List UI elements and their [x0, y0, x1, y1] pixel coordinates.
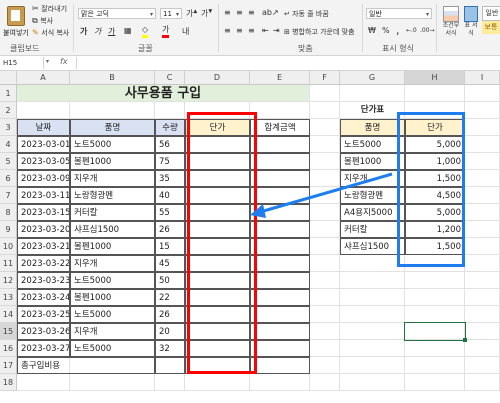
name-box[interactable]: H15: [0, 57, 44, 69]
indent-increase-icon[interactable]: ⇥: [273, 26, 280, 35]
merge-icon: ⊞: [284, 28, 290, 36]
brush-icon: ✎: [32, 28, 39, 37]
merge-center-button[interactable]: ⊞ 병합하고 가운데 맞춤: [284, 27, 355, 37]
copy-button[interactable]: ⧉ 복사: [32, 16, 53, 26]
formula-input[interactable]: [76, 57, 500, 69]
number-format-select[interactable]: 일반 ▾: [366, 8, 432, 19]
paste-button[interactable]: 붙여넣기: [3, 4, 29, 40]
separator: [73, 4, 74, 52]
conditional-format-button[interactable]: 조건부 서식: [440, 6, 462, 38]
align-center-icon[interactable]: ≡: [236, 26, 243, 35]
arrow-shaft: [259, 172, 393, 214]
worksheet-grid[interactable]: A B C D E F G H I 1 2 3 4 5 6 7 8 9 10 11 12 13 14 15 16 17 18 사무용품…: [0, 71, 500, 403]
align-right-icon[interactable]: ≡: [248, 26, 255, 35]
clipboard-group-label: 클립보드: [10, 44, 40, 53]
annotation-arrow: [250, 172, 393, 218]
percent-button[interactable]: %: [382, 26, 390, 35]
table-icon: [464, 6, 478, 22]
shrink-font-icon[interactable]: 가▼: [201, 8, 212, 19]
insert-function-icon[interactable]: fx: [60, 57, 68, 66]
align-middle-icon[interactable]: ≡: [236, 8, 243, 17]
border-icon[interactable]: ▦: [124, 26, 132, 35]
separator: [362, 4, 363, 52]
italic-button[interactable]: 가: [94, 26, 101, 37]
orientation-icon[interactable]: ab↗: [262, 8, 279, 17]
comma-button[interactable]: ,: [396, 24, 400, 37]
clipboard-icon: [7, 6, 25, 26]
separator: [218, 4, 219, 52]
format-painter-button[interactable]: ✎ 서식 복사: [32, 28, 69, 38]
cell-style-neutral[interactable]: 보통: [482, 21, 500, 34]
cut-button[interactable]: ✂ 잘라내기: [32, 4, 67, 14]
name-box-dropdown-icon[interactable]: ▾: [46, 58, 49, 65]
indent-decrease-icon[interactable]: ⇤: [262, 26, 269, 35]
decimal-decrease-icon[interactable]: .00→: [420, 27, 435, 34]
fill-color-icon[interactable]: ◇: [142, 25, 149, 38]
cell-style-normal[interactable]: 일반: [482, 6, 500, 21]
separator: [436, 4, 437, 52]
phonetic-icon[interactable]: 내: [182, 26, 189, 37]
chevron-down-icon: ▾: [175, 11, 179, 18]
conditional-format-icon: [443, 6, 459, 22]
align-bottom-icon[interactable]: ≡: [248, 8, 255, 17]
font-color-icon[interactable]: 가: [162, 25, 170, 38]
align-left-icon[interactable]: ≡: [224, 26, 231, 35]
decimal-increase-icon[interactable]: ←.0: [406, 27, 417, 34]
currency-icon[interactable]: ₩: [368, 26, 376, 35]
font-group-label: 글꼴: [138, 44, 153, 53]
chevron-down-icon: ▾: [425, 11, 429, 18]
copy-icon: ⧉: [32, 16, 38, 25]
underline-button[interactable]: 가: [108, 26, 115, 37]
number-group-label: 표시 형식: [382, 44, 414, 53]
align-top-icon[interactable]: ≡: [224, 8, 231, 17]
font-name-select[interactable]: 맑은 고딕 ▾: [78, 8, 156, 19]
chevron-down-icon: ▾: [149, 11, 153, 18]
paste-label: 붙여넣기: [3, 29, 29, 37]
grow-font-icon[interactable]: 가▲: [186, 8, 197, 19]
format-as-table-button[interactable]: 표 서식: [463, 6, 479, 38]
bold-button[interactable]: 가: [80, 26, 87, 37]
scissors-icon: ✂: [32, 4, 39, 13]
alignment-group-label: 맞춤: [298, 44, 313, 53]
formula-bar: H15 ▾ fx: [0, 56, 500, 71]
wrap-text-button[interactable]: ↵ 자동 줄 바꿈: [284, 9, 329, 19]
wrap-icon: ↵: [284, 10, 290, 18]
ribbon: 붙여넣기 ✂ 잘라내기 ⧉ 복사 ✎ 서식 복사 클립보드 맑은 고딕 ▾ 11 ▾…: [0, 0, 500, 56]
font-size-select[interactable]: 11 ▾: [160, 8, 182, 19]
arrow-head: [250, 204, 266, 218]
